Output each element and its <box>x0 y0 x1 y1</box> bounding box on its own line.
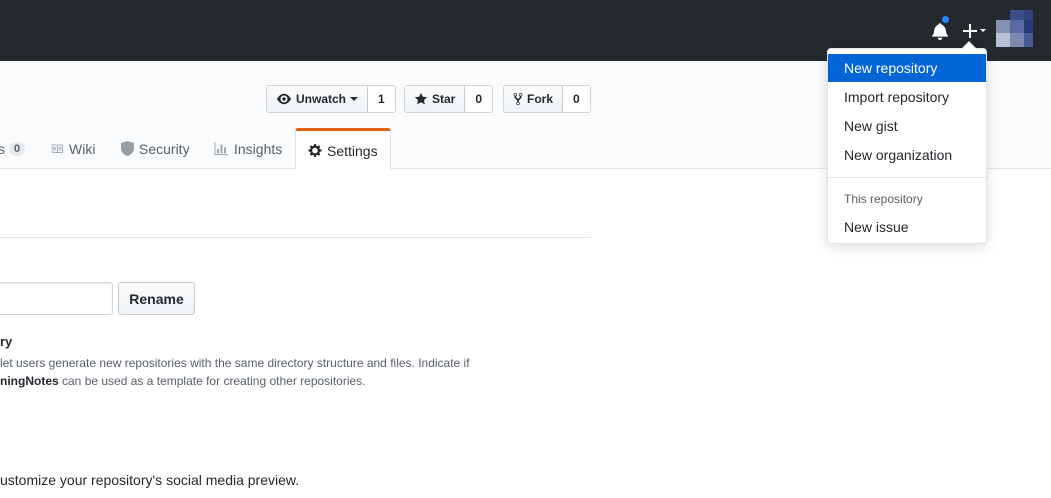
menu-divider <box>828 177 986 178</box>
tab-wiki[interactable]: Wiki <box>50 128 95 169</box>
tab-security[interactable]: Security <box>121 128 190 169</box>
repo-nav-tabs: s 0 Wiki Security Insights Settings <box>0 128 400 170</box>
gear-icon <box>308 143 322 158</box>
shield-icon <box>121 141 134 156</box>
tab-settings[interactable]: Settings <box>295 128 391 170</box>
fork-label: Fork <box>527 92 554 106</box>
unwatch-label: Unwatch <box>296 92 347 106</box>
social-preview-text: ustomize your repository's social media … <box>0 472 300 488</box>
template-repository-title: ry <box>0 334 13 349</box>
star-icon <box>414 92 428 105</box>
tab-projects[interactable]: s 0 <box>0 128 26 169</box>
menu-item-new-organization[interactable]: New organization <box>828 141 986 169</box>
watch-button-group: Unwatch 1 <box>266 85 396 113</box>
tab-insights[interactable]: Insights <box>214 128 282 169</box>
template-desc-rest: can be used as a template for creating o… <box>58 374 366 388</box>
notification-indicator <box>940 14 951 25</box>
rename-button[interactable]: Rename <box>118 282 195 315</box>
tab-label: s <box>0 140 5 157</box>
create-new-dropdown: New repository Import repository New gis… <box>827 41 987 244</box>
tab-label: Insights <box>234 140 283 157</box>
menu-item-new-gist[interactable]: New gist <box>828 112 986 140</box>
template-desc-line1: let users generate new repositories with… <box>0 356 470 370</box>
section-divider <box>0 237 591 238</box>
fork-button-group: Fork 0 <box>503 85 591 113</box>
template-repository-description: let users generate new repositories with… <box>0 354 470 390</box>
menu-section-header: This repository <box>844 192 923 206</box>
menu-item-new-repository[interactable]: New repository <box>828 54 986 82</box>
fork-icon <box>513 92 523 106</box>
watchers-count[interactable]: 1 <box>368 86 395 112</box>
plus-icon <box>963 24 986 38</box>
book-icon <box>51 144 63 153</box>
repo-name-bold: ningNotes <box>0 374 59 388</box>
star-label: Star <box>432 92 456 106</box>
tab-label: Security <box>139 140 190 157</box>
tab-label: Wiki <box>69 140 96 157</box>
template-desc-line2: ningNotes can be used as a template for … <box>0 372 470 390</box>
stargazers-count[interactable]: 0 <box>465 86 493 112</box>
eye-icon <box>277 93 291 105</box>
avatar[interactable] <box>996 10 1033 48</box>
menu-item-import-repository[interactable]: Import repository <box>828 83 986 111</box>
graph-icon <box>214 141 229 155</box>
star-button-group: Star 0 <box>404 85 494 113</box>
unwatch-button[interactable]: Unwatch <box>267 86 369 112</box>
chevron-down-icon <box>350 97 359 101</box>
menu-item-new-issue[interactable]: New issue <box>828 213 986 241</box>
fork-button[interactable]: Fork <box>504 86 564 112</box>
repository-name-input[interactable] <box>0 282 113 315</box>
star-button[interactable]: Star <box>405 86 466 112</box>
tab-label: Settings <box>327 142 378 159</box>
tab-counter: 0 <box>9 141 26 156</box>
forks-count[interactable]: 0 <box>563 86 590 112</box>
create-new-button[interactable] <box>961 19 989 43</box>
